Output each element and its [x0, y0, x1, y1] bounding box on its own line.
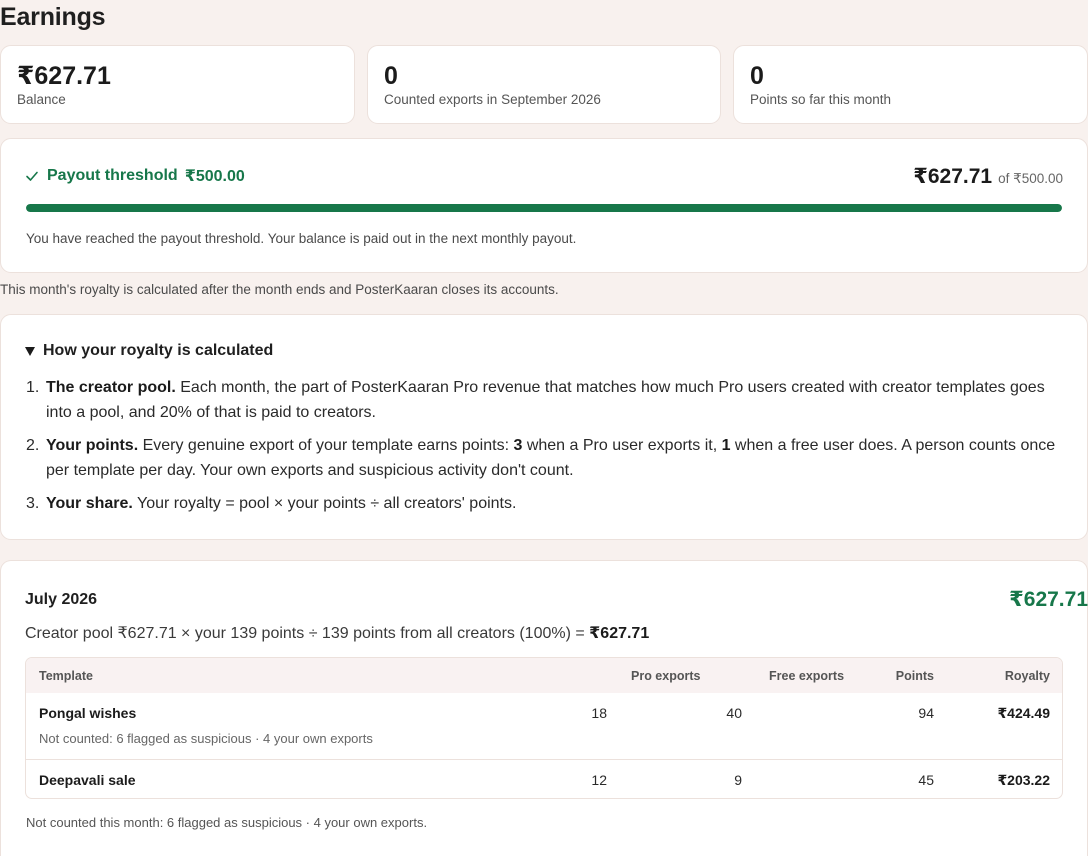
- step-number: 2.: [26, 437, 40, 454]
- free-exports-cell: 40: [726, 705, 742, 721]
- table-row: Deepavali sale 12 9 45 ₹203.22: [26, 760, 1062, 798]
- points-value: 0: [750, 62, 764, 90]
- counted-exports-value: 0: [384, 62, 398, 90]
- points-cell: 94: [918, 705, 934, 721]
- royalty-cell: ₹203.22: [997, 772, 1050, 788]
- payout-card: Payout threshold ₹500.00 ₹627.71 of ₹500…: [0, 138, 1088, 273]
- stat-card-balance: ₹627.71 Balance: [0, 45, 355, 124]
- check-icon: [26, 171, 38, 181]
- royalty-step: 1. The creator pool. Each month, the par…: [26, 375, 1071, 425]
- royalty-step: 3. Your share. Your royalty = pool × you…: [26, 491, 1071, 516]
- counted-exports-label: Counted exports in September 2026: [384, 92, 601, 107]
- royalty-explainer: How your royalty is calculated 1. The cr…: [0, 314, 1088, 540]
- table-header: Template Pro exports Free exports Points…: [26, 658, 1062, 693]
- balance-label: Balance: [17, 92, 66, 107]
- column-header-points: Points: [895, 669, 934, 683]
- step-body: when a Pro user exports it,: [522, 437, 722, 454]
- month-title: July 2026: [25, 591, 98, 608]
- payout-threshold-label: Payout threshold: [47, 167, 178, 184]
- month-total: ₹627.71: [1009, 588, 1088, 611]
- royalty-explainer-toggle[interactable]: How your royalty is calculated: [25, 342, 273, 360]
- payout-progress-fill: [26, 204, 1062, 212]
- royalty-timing-note: This month's royalty is calculated after…: [0, 282, 559, 297]
- column-header-pro-exports: Pro exports: [631, 669, 701, 683]
- formula-result: ₹627.71: [589, 625, 650, 642]
- payout-progress-bar: [26, 204, 1062, 212]
- page-title: Earnings: [0, 3, 106, 31]
- month-footnote: Not counted this month: 6 flagged as sus…: [26, 815, 428, 830]
- royalty-steps-list: 1. The creator pool. Each month, the par…: [26, 375, 1071, 524]
- step-body: Your royalty = pool × your points ÷ all …: [132, 495, 517, 512]
- step-body: Each month, the part of PosterKaaran Pro…: [46, 379, 1045, 421]
- step-number: 1.: [26, 379, 40, 396]
- step-body: Every genuine export of your template ea…: [138, 437, 514, 454]
- points-label: Points so far this month: [750, 92, 892, 107]
- column-header-free-exports: Free exports: [769, 669, 845, 683]
- stat-card-counted-exports: 0 Counted exports in September 2026: [367, 45, 721, 124]
- royalty-explainer-summary: How your royalty is calculated: [43, 342, 274, 359]
- points-cell: 45: [918, 772, 934, 788]
- formula-text: Creator pool ₹627.71 × your 139 points ÷…: [25, 625, 590, 642]
- free-exports-cell: 9: [734, 772, 742, 788]
- month-breakdown-card: July 2026 ₹627.71 Creator pool ₹627.71 ×…: [0, 560, 1088, 856]
- stat-card-points: 0 Points so far this month: [733, 45, 1088, 124]
- royalty-formula: Creator pool ₹627.71 × your 139 points ÷…: [25, 623, 649, 643]
- disclosure-triangle-icon: [25, 346, 35, 356]
- column-header-template: Template: [39, 669, 93, 683]
- payout-threshold-heading: Payout threshold ₹500.00: [25, 166, 245, 186]
- step-title: The creator pool.: [46, 379, 176, 396]
- payout-balance-amount: ₹627.71: [913, 165, 993, 188]
- step-number: 3.: [26, 495, 40, 512]
- step-title: Your points.: [46, 437, 139, 454]
- not-counted-note: Not counted: 6 flagged as suspicious · 4…: [39, 731, 373, 746]
- templates-table: Template Pro exports Free exports Points…: [25, 657, 1063, 799]
- template-name: Deepavali sale: [39, 772, 136, 788]
- balance-value: ₹627.71: [17, 62, 111, 90]
- step-text: Your points. Every genuine export of you…: [46, 433, 1071, 483]
- payout-threshold-amount: ₹500.00: [184, 168, 245, 185]
- step-text: The creator pool. Each month, the part o…: [46, 375, 1071, 425]
- pro-exports-cell: 12: [591, 772, 607, 788]
- step-text: Your share. Your royalty = pool × your p…: [46, 491, 516, 516]
- payout-note: You have reached the payout threshold. Y…: [26, 231, 577, 246]
- column-header-royalty: Royalty: [1004, 669, 1050, 683]
- template-name: Pongal wishes: [39, 705, 137, 721]
- payout-of-threshold: of ₹500.00: [998, 171, 1063, 186]
- table-row: Pongal wishes 18 40 94 ₹424.49 Not count…: [26, 693, 1062, 759]
- step-title: Your share.: [46, 495, 133, 512]
- payout-balance: ₹627.71 of ₹500.00: [913, 164, 1063, 189]
- royalty-step: 2. Your points. Every genuine export of …: [26, 433, 1071, 483]
- royalty-cell: ₹424.49: [997, 705, 1050, 721]
- pro-exports-cell: 18: [591, 705, 607, 721]
